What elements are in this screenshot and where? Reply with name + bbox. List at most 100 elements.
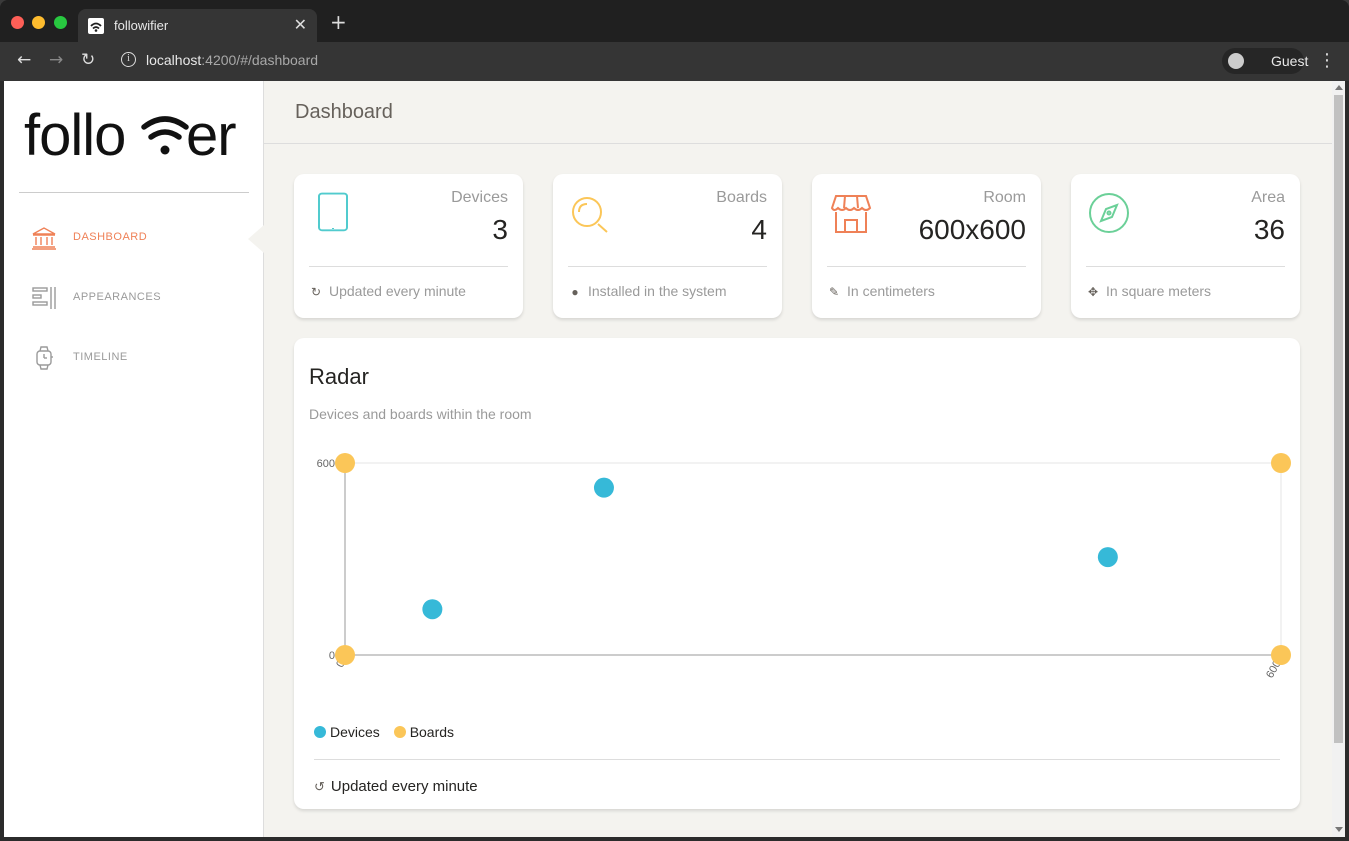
legend-label: Devices — [330, 724, 380, 740]
logo-divider — [19, 192, 249, 193]
sidebar-item-label: APPEARANCES — [73, 291, 162, 303]
radar-title: Radar — [309, 364, 369, 389]
card-divider — [568, 266, 767, 267]
stat-card-room: Room 600x600 ✎ In centimeters — [812, 174, 1041, 318]
stat-card-boards: Boards 4 ● Installed in the system — [553, 174, 782, 318]
url-host: localhost — [146, 52, 202, 68]
legend-label: Boards — [409, 724, 455, 740]
y-tick-label: 600 — [317, 458, 335, 470]
stat-footer: ✥ In square meters — [1086, 283, 1211, 299]
back-icon[interactable]: ← — [17, 50, 31, 70]
data-point-boards — [335, 645, 355, 665]
stat-label: Room — [983, 189, 1026, 206]
minimize-window-button[interactable] — [32, 16, 45, 29]
legend-swatch — [393, 726, 406, 738]
card-divider — [827, 266, 1026, 267]
card-divider — [309, 266, 508, 267]
stat-footer-text: Installed in the system — [588, 283, 727, 299]
stat-card-devices: Devices 3 ↻ Updated every minute — [294, 174, 523, 318]
scroll-up-icon[interactable] — [1335, 85, 1343, 90]
stat-value: 4 — [751, 214, 767, 245]
browser-window: followifier ✕ + ← → ↻ i localhost:4200/#… — [0, 0, 1349, 841]
move-icon: ✥ — [1087, 285, 1099, 299]
align-left-icon — [31, 285, 57, 311]
sidebar-item-appearances[interactable]: APPEARANCES — [31, 283, 251, 313]
chart-legend: Devices Boards — [314, 724, 464, 740]
data-point-devices — [593, 477, 614, 498]
legend-item-devices[interactable]: Devices — [314, 724, 380, 740]
maximize-window-button[interactable] — [54, 16, 67, 29]
site-info-icon[interactable]: i — [121, 52, 136, 67]
profile-label: Guest — [1271, 53, 1309, 69]
tab-title: followifier — [114, 18, 169, 33]
legend-swatch — [314, 726, 326, 738]
pencil-icon: ✎ — [828, 285, 840, 299]
tab-close-icon[interactable]: ✕ — [294, 15, 307, 34]
compass-icon — [1087, 192, 1133, 238]
user-icon: ● — [571, 285, 579, 299]
radar-footer-text: Updated every minute — [330, 778, 478, 795]
watch-icon — [31, 345, 57, 371]
forward-icon[interactable]: → — [49, 50, 63, 70]
stat-footer: ↻ Updated every minute — [309, 283, 466, 299]
sidebar-item-dashboard[interactable]: DASHBOARD — [31, 223, 251, 253]
close-window-button[interactable] — [11, 16, 24, 29]
mobile-icon — [310, 192, 356, 238]
radar-footer: ↺ Updated every minute — [314, 778, 478, 795]
data-point-devices — [422, 599, 443, 620]
address-bar[interactable]: localhost:4200/#/dashboard — [146, 52, 318, 68]
scroll-thumb[interactable] — [1334, 95, 1343, 743]
card-divider — [1086, 266, 1285, 267]
svg-text:er: er — [186, 103, 236, 168]
sidebar: follo er DASHBOARD APPEARANCES TIMELINE — [4, 81, 264, 837]
new-tab-icon[interactable]: + — [330, 12, 347, 32]
scroll-down-icon[interactable] — [1335, 827, 1343, 832]
stat-value: 600x600 — [918, 214, 1026, 245]
data-point-boards — [335, 453, 355, 473]
svg-text:follo: follo — [24, 103, 125, 168]
card-divider — [314, 759, 1280, 760]
avatar-icon — [1228, 53, 1244, 69]
page-viewport: follo er DASHBOARD APPEARANCES TIMELINE … — [4, 81, 1345, 837]
stat-footer-text: In centimeters — [847, 283, 935, 299]
active-indicator — [248, 225, 264, 253]
profile-button[interactable]: Guest — [1222, 48, 1308, 74]
radar-card: Radar Devices and boards within the room… — [294, 338, 1300, 809]
stat-footer-text: In square meters — [1106, 283, 1212, 299]
url-path: :4200/#/dashboard — [201, 52, 319, 68]
y-tick-label: 0 — [329, 650, 335, 662]
zoom-icon — [569, 192, 615, 238]
reload-icon[interactable]: ↻ — [81, 50, 95, 70]
logo[interactable]: follo er — [24, 103, 249, 182]
stat-label: Devices — [451, 189, 508, 206]
bank-icon — [31, 225, 57, 251]
data-point-boards — [1271, 453, 1291, 473]
sidebar-item-label: DASHBOARD — [73, 231, 148, 243]
page-title: Dashboard — [295, 101, 393, 123]
page-scrollbar[interactable] — [1332, 81, 1345, 837]
history-icon: ↺ — [314, 779, 325, 794]
tab-bar: followifier ✕ + — [0, 0, 1349, 43]
menu-icon[interactable]: ⋮ — [1318, 50, 1336, 71]
page-header: Dashboard — [264, 81, 1334, 144]
stat-footer: ● Installed in the system — [568, 283, 727, 299]
shop-icon — [828, 192, 874, 238]
stat-value: 3 — [492, 214, 508, 245]
stat-footer: ✎ In centimeters — [827, 283, 935, 299]
refresh-icon: ↻ — [310, 285, 322, 299]
browser-toolbar: ← → ↻ i localhost:4200/#/dashboard Guest… — [0, 42, 1349, 81]
legend-item-boards[interactable]: Boards — [393, 724, 455, 740]
stat-label: Boards — [716, 189, 767, 206]
stat-footer-text: Updated every minute — [329, 283, 466, 299]
browser-tab[interactable]: followifier ✕ — [78, 9, 317, 43]
radar-subtitle: Devices and boards within the room — [309, 406, 532, 422]
sidebar-item-timeline[interactable]: TIMELINE — [31, 343, 251, 373]
wifi-favicon-icon — [88, 18, 104, 34]
stat-card-area: Area 36 ✥ In square meters — [1071, 174, 1300, 318]
data-point-boards — [1271, 645, 1291, 665]
stat-label: Area — [1251, 189, 1285, 206]
radar-chart: 06000 600 — [317, 453, 1291, 678]
data-point-devices — [1097, 547, 1118, 568]
stat-value: 36 — [1253, 214, 1285, 245]
sidebar-item-label: TIMELINE — [73, 351, 128, 363]
